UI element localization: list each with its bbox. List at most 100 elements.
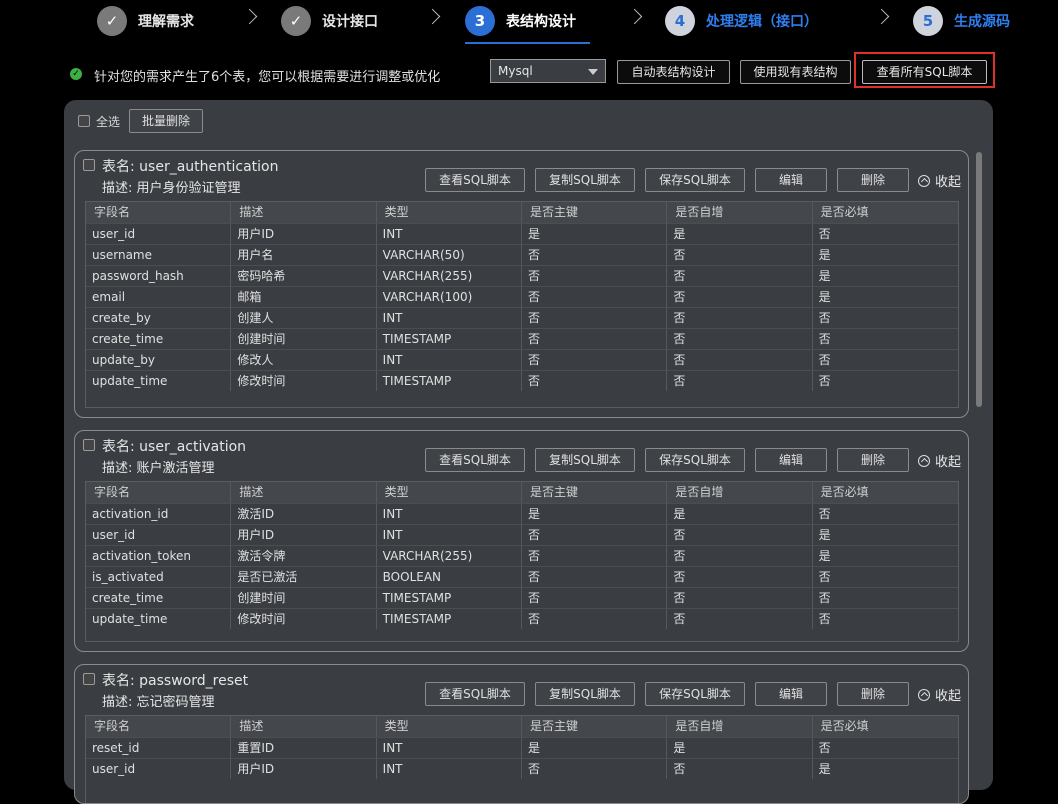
collapse-label: 收起 — [935, 689, 962, 704]
field-type: INT — [377, 525, 522, 545]
view-sql-button[interactable]: 查看SQL脚本 — [425, 168, 525, 192]
field-autoinc: 是 — [667, 504, 813, 524]
batch-delete-button[interactable]: 批量删除 — [129, 109, 204, 133]
table-row[interactable]: update_by 修改人 INT 否 否 否 — [86, 349, 958, 370]
collapse-toggle[interactable]: 收起 — [918, 685, 961, 704]
table-row[interactable]: create_time 创建时间 TIMESTAMP 否 否 否 — [86, 328, 958, 349]
field-pk: 否 — [522, 245, 668, 265]
column-header: 描述 — [231, 716, 377, 737]
table-row[interactable]: reset_id 重置ID INT 是 是 否 — [86, 737, 958, 758]
step-generate-source[interactable]: 5 生成源码 — [913, 5, 1010, 37]
table-row[interactable]: update_time 修改时间 TIMESTAMP 否 否 否 — [86, 608, 958, 629]
field-autoinc: 否 — [667, 588, 813, 608]
table-row[interactable]: email 邮箱 VARCHAR(100) 否 否 是 — [86, 286, 958, 307]
table-description: 描述: 忘记密码管理 — [102, 695, 215, 710]
table-row[interactable]: user_id 用户ID INT 否 否 是 — [86, 524, 958, 545]
database-type-select[interactable]: Mysql — [490, 59, 606, 83]
edit-button[interactable]: 编辑 — [755, 168, 827, 192]
field-pk: 否 — [522, 329, 668, 349]
save-sql-button[interactable]: 保存SQL脚本 — [645, 168, 745, 192]
field-pk: 否 — [522, 759, 668, 779]
chevron-up-icon — [918, 454, 930, 467]
chevron-right-icon — [626, 8, 643, 25]
step-label: 生成源码 — [954, 14, 1010, 30]
field-name: activation_token — [86, 546, 232, 566]
table-row[interactable]: username 用户名 VARCHAR(50) 否 否 是 — [86, 244, 958, 265]
field-autoinc: 否 — [667, 266, 813, 286]
table-card: 表名: user_activation 描述: 账户激活管理 查看SQL脚本 复… — [74, 430, 969, 652]
table-select-checkbox[interactable] — [83, 439, 95, 451]
column-header: 类型 — [377, 202, 522, 223]
column-header: 是否自增 — [667, 202, 813, 223]
field-desc: 用户ID — [231, 759, 377, 779]
field-required: 是 — [818, 290, 831, 304]
delete-button[interactable]: 删除 — [837, 448, 909, 472]
table-row[interactable]: user_id 用户ID INT 是 是 否 — [86, 223, 958, 244]
step-number: 3 — [465, 6, 495, 36]
step-understand-requirements[interactable]: ✓ 理解需求 — [97, 5, 194, 37]
step-table-design[interactable]: 3 表结构设计 — [465, 5, 576, 37]
info-message: 针对您的需求产生了6个表，您可以根据需要进行调整或优化 — [94, 70, 441, 85]
table-description: 描述: 账户激活管理 — [102, 461, 215, 476]
field-autoinc: 否 — [667, 546, 813, 566]
table-row[interactable]: create_time 创建时间 TIMESTAMP 否 否 否 — [86, 587, 958, 608]
field-name: update_time — [86, 609, 232, 629]
field-pk: 否 — [522, 567, 668, 587]
field-desc: 重置ID — [231, 738, 377, 758]
field-autoinc: 否 — [667, 245, 813, 265]
view-sql-button[interactable]: 查看SQL脚本 — [425, 448, 525, 472]
field-desc: 创建人 — [231, 308, 377, 328]
column-header: 字段名 — [86, 482, 232, 503]
column-header: 字段名 — [86, 202, 232, 223]
save-sql-button[interactable]: 保存SQL脚本 — [645, 682, 745, 706]
collapse-label: 收起 — [935, 455, 962, 470]
table-row[interactable]: is_activated 是否已激活 BOOLEAN 否 否 否 — [86, 566, 958, 587]
edit-button[interactable]: 编辑 — [755, 682, 827, 706]
step-design-interface[interactable]: ✓ 设计接口 — [281, 5, 378, 37]
field-desc: 用户ID — [231, 525, 377, 545]
use-existing-tables-button[interactable]: 使用现有表结构 — [740, 60, 851, 84]
table-row[interactable]: update_time 修改时间 TIMESTAMP 否 否 否 — [86, 370, 958, 391]
table-row[interactable]: activation_token 激活令牌 VARCHAR(255) 否 否 是 — [86, 545, 958, 566]
field-name: user_id — [86, 759, 232, 779]
delete-button[interactable]: 删除 — [837, 682, 909, 706]
table-row[interactable]: create_by 创建人 INT 否 否 否 — [86, 307, 958, 328]
field-required: 是 — [818, 549, 831, 563]
field-desc: 密码哈希 — [231, 266, 377, 286]
select-all-checkbox[interactable] — [78, 115, 90, 127]
field-autoinc: 否 — [667, 759, 813, 779]
delete-button[interactable]: 删除 — [837, 168, 909, 192]
step-label: 理解需求 — [138, 14, 194, 30]
copy-sql-button[interactable]: 复制SQL脚本 — [535, 682, 635, 706]
field-autoinc: 否 — [667, 308, 813, 328]
save-sql-button[interactable]: 保存SQL脚本 — [645, 448, 745, 472]
field-type: TIMESTAMP — [377, 588, 522, 608]
chevron-right-icon — [873, 8, 890, 25]
step-processing-logic[interactable]: 4 处理逻辑（接口） — [665, 5, 818, 37]
field-type: INT — [377, 504, 522, 524]
fields-table: 字段名 描述 类型 是否主键 是否自增 是否必填 activation_id 激… — [85, 481, 959, 642]
field-pk: 是 — [522, 504, 668, 524]
field-autoinc: 否 — [667, 609, 813, 629]
table-name: 表名: user_activation — [102, 439, 247, 455]
field-name: update_by — [86, 350, 232, 370]
copy-sql-button[interactable]: 复制SQL脚本 — [535, 448, 635, 472]
table-select-checkbox[interactable] — [83, 673, 95, 685]
field-name: is_activated — [86, 567, 232, 587]
copy-sql-button[interactable]: 复制SQL脚本 — [535, 168, 635, 192]
scrollbar-thumb[interactable] — [976, 152, 982, 407]
collapse-toggle[interactable]: 收起 — [918, 171, 961, 190]
view-sql-button[interactable]: 查看SQL脚本 — [425, 682, 525, 706]
auto-design-button[interactable]: 自动表结构设计 — [617, 60, 730, 84]
edit-button[interactable]: 编辑 — [755, 448, 827, 472]
table-row[interactable]: activation_id 激活ID INT 是 是 否 — [86, 503, 958, 524]
field-type: INT — [377, 224, 522, 244]
field-type: INT — [377, 759, 522, 779]
field-required: 否 — [818, 332, 831, 346]
table-select-checkbox[interactable] — [83, 159, 95, 171]
column-header: 是否必填 — [820, 205, 869, 219]
table-row[interactable]: password_hash 密码哈希 VARCHAR(255) 否 否 是 — [86, 265, 958, 286]
column-header: 描述 — [231, 482, 377, 503]
table-row[interactable]: user_id 用户ID INT 否 否 是 — [86, 758, 958, 779]
collapse-toggle[interactable]: 收起 — [918, 451, 961, 470]
